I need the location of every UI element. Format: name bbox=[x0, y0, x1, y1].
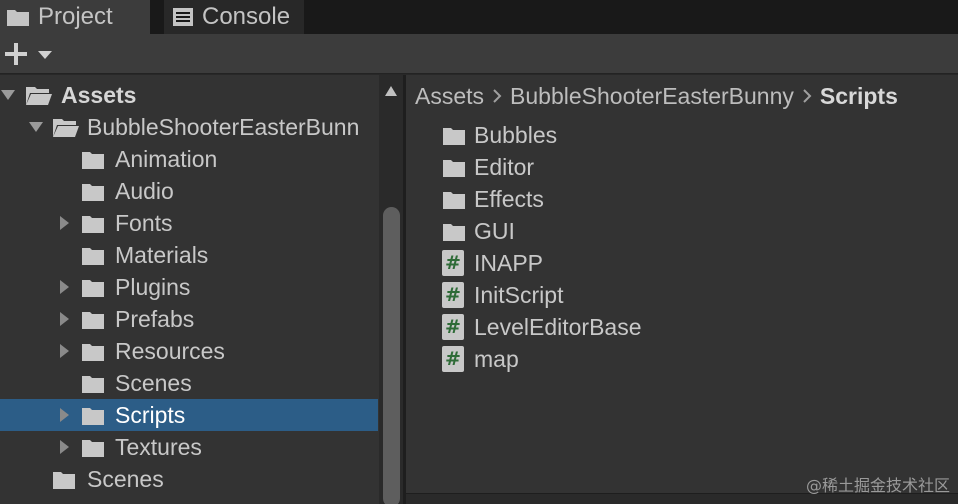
plus-icon bbox=[5, 43, 27, 65]
expand-arrow-right-icon[interactable] bbox=[56, 343, 72, 359]
tree-item-label: Materials bbox=[115, 241, 209, 268]
expand-arrow-down-icon[interactable] bbox=[0, 87, 16, 103]
folder-icon bbox=[81, 277, 105, 304]
tree-item-label: Textures bbox=[115, 433, 202, 460]
expand-arrow-right-icon[interactable] bbox=[56, 407, 72, 423]
tree-item-prefabs[interactable]: Prefabs bbox=[0, 303, 378, 335]
tree-item-label: Prefabs bbox=[115, 305, 195, 332]
tree-item-fonts[interactable]: Fonts bbox=[0, 207, 378, 239]
scrollbar-thumb[interactable] bbox=[383, 207, 400, 504]
tree-item-materials[interactable]: Materials bbox=[0, 239, 378, 271]
folder-icon bbox=[81, 341, 105, 368]
folder-icon bbox=[81, 373, 105, 400]
expand-arrow-right-icon[interactable] bbox=[56, 439, 72, 455]
folder-icon bbox=[81, 405, 105, 432]
tree-item-label: BubbleShooterEasterBunn bbox=[87, 113, 360, 140]
tree-item-plugins[interactable]: Plugins bbox=[0, 271, 378, 303]
scroll-up-arrow-icon[interactable] bbox=[384, 85, 398, 97]
expand-arrow-right-icon[interactable] bbox=[56, 311, 72, 327]
tree-item-audio[interactable]: Audio bbox=[0, 175, 378, 207]
breadcrumb-bubbleshooter[interactable]: BubbleShooterEasterBunny bbox=[510, 83, 794, 110]
tree-item-label: Assets bbox=[61, 81, 137, 108]
tree-item-scenes[interactable]: Scenes bbox=[0, 367, 378, 399]
tree-item-scenes[interactable]: Scenes bbox=[0, 463, 378, 495]
tree-item-label: Plugins bbox=[115, 273, 191, 300]
project-toolbar bbox=[0, 34, 958, 74]
tree-item-bubbleshootereasterbunn[interactable]: BubbleShooterEasterBunn bbox=[0, 111, 378, 143]
tree-item-label: Resources bbox=[115, 337, 225, 364]
script-hash-glyph: # bbox=[442, 282, 464, 308]
tree-item-label: Fonts bbox=[115, 209, 173, 236]
folder-content-panel: Assets BubbleShooterEasterBunny Scripts … bbox=[406, 75, 958, 504]
breadcrumb: Assets BubbleShooterEasterBunny Scripts bbox=[406, 75, 958, 117]
tab-project-label: Project bbox=[38, 3, 113, 30]
folder-icon bbox=[81, 437, 105, 464]
folder-icon bbox=[442, 221, 466, 248]
folder-icon bbox=[81, 309, 105, 336]
folder-icon bbox=[81, 245, 105, 272]
csharp-script-icon: # bbox=[442, 282, 464, 308]
script-hash-glyph: # bbox=[442, 346, 464, 372]
breadcrumb-scripts[interactable]: Scripts bbox=[820, 83, 898, 110]
csharp-script-icon: # bbox=[442, 346, 464, 372]
folder-icon bbox=[442, 189, 466, 216]
console-icon bbox=[173, 8, 193, 26]
tab-console[interactable]: Console bbox=[164, 0, 304, 34]
tab-project[interactable]: Project bbox=[0, 0, 150, 34]
expand-arrow-right-icon[interactable] bbox=[56, 279, 72, 295]
tree-item-resources[interactable]: Resources bbox=[0, 335, 378, 367]
folder-icon bbox=[7, 10, 29, 26]
file-item-label: map bbox=[474, 345, 519, 372]
tree-item-scripts[interactable]: Scripts bbox=[0, 399, 378, 431]
script-hash-glyph: # bbox=[442, 314, 464, 340]
expand-arrow-right-icon[interactable] bbox=[56, 215, 72, 231]
folder-icon bbox=[442, 157, 466, 184]
folder-icon bbox=[81, 181, 105, 208]
folder-icon bbox=[52, 469, 76, 496]
tree-item-label: Scenes bbox=[87, 465, 164, 492]
expand-arrow-down-icon[interactable] bbox=[28, 119, 44, 135]
tree-item-assets[interactable]: Assets bbox=[0, 79, 378, 111]
folder-icon bbox=[81, 149, 105, 176]
file-item-label: INAPP bbox=[474, 249, 544, 276]
tree-item-animation[interactable]: Animation bbox=[0, 143, 378, 175]
tab-console-label: Console bbox=[202, 3, 291, 30]
chevron-right-icon bbox=[492, 88, 502, 104]
csharp-script-icon: # bbox=[442, 250, 464, 276]
folder-open-icon bbox=[52, 116, 80, 144]
breadcrumb-assets[interactable]: Assets bbox=[415, 83, 484, 110]
tree-item-label: Scripts bbox=[115, 401, 186, 428]
folder-open-icon bbox=[25, 84, 53, 112]
chevron-right-icon bbox=[802, 88, 812, 104]
file-item-label: InitScript bbox=[474, 281, 564, 308]
folder-tree-panel: Assets BubbleShooterEasterBunn Animation Au… bbox=[0, 75, 403, 504]
caret-down-icon bbox=[38, 51, 52, 59]
file-item-label: Bubbles bbox=[474, 121, 558, 148]
folder-icon bbox=[442, 125, 466, 152]
file-item-label: Effects bbox=[474, 185, 544, 212]
tree-scrollbar[interactable] bbox=[379, 75, 403, 504]
tree-item-label: Audio bbox=[115, 177, 174, 204]
add-asset-button[interactable] bbox=[4, 42, 54, 66]
script-hash-glyph: # bbox=[442, 250, 464, 276]
file-item-label: Editor bbox=[474, 153, 535, 180]
folder-icon bbox=[81, 213, 105, 240]
file-item-label: GUI bbox=[474, 217, 515, 244]
tree-item-label: Animation bbox=[115, 145, 218, 172]
csharp-script-icon: # bbox=[442, 314, 464, 340]
watermark: @稀土掘金技术社区 bbox=[805, 476, 950, 495]
window-tab-bar: Project Console bbox=[0, 0, 958, 34]
file-item-label: LevelEditorBase bbox=[474, 313, 642, 340]
tree-item-label: Scenes bbox=[115, 369, 192, 396]
tree-item-textures[interactable]: Textures bbox=[0, 431, 378, 463]
